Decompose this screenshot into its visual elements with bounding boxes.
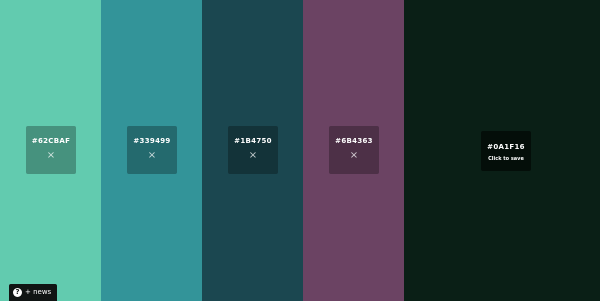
remove-icon[interactable]: ×	[127, 151, 177, 161]
swatch-4[interactable]: #6B4363 ×	[303, 0, 404, 301]
news-button[interactable]: ? + news	[9, 284, 57, 301]
hex-label[interactable]: #6B4363	[329, 137, 379, 145]
hex-label[interactable]: #339499	[127, 137, 177, 145]
color-card-3[interactable]: #1B4750 ×	[228, 126, 278, 174]
hex-label[interactable]: #0A1F16	[481, 143, 531, 151]
hex-label[interactable]: #1B4750	[228, 137, 278, 145]
click-to-save-label[interactable]: Click to save	[481, 156, 531, 162]
news-label: + news	[25, 288, 52, 296]
color-card-5[interactable]: #0A1F16 Click to save	[481, 131, 531, 171]
remove-icon[interactable]: ×	[329, 151, 379, 161]
remove-icon[interactable]: ×	[228, 151, 278, 161]
hex-label[interactable]: #62CBAF	[26, 137, 76, 145]
swatch-5[interactable]: #0A1F16 Click to save	[404, 0, 600, 301]
color-card-4[interactable]: #6B4363 ×	[329, 126, 379, 174]
swatch-2[interactable]: #339499 ×	[101, 0, 202, 301]
palette: #62CBAF × #339499 × #1B4750 × #6B4363 × …	[0, 0, 600, 301]
color-card-1[interactable]: #62CBAF ×	[26, 126, 76, 174]
swatch-1[interactable]: #62CBAF ×	[0, 0, 101, 301]
swatch-3[interactable]: #1B4750 ×	[202, 0, 303, 301]
color-card-2[interactable]: #339499 ×	[127, 126, 177, 174]
remove-icon[interactable]: ×	[26, 151, 76, 161]
help-icon: ?	[13, 288, 22, 297]
